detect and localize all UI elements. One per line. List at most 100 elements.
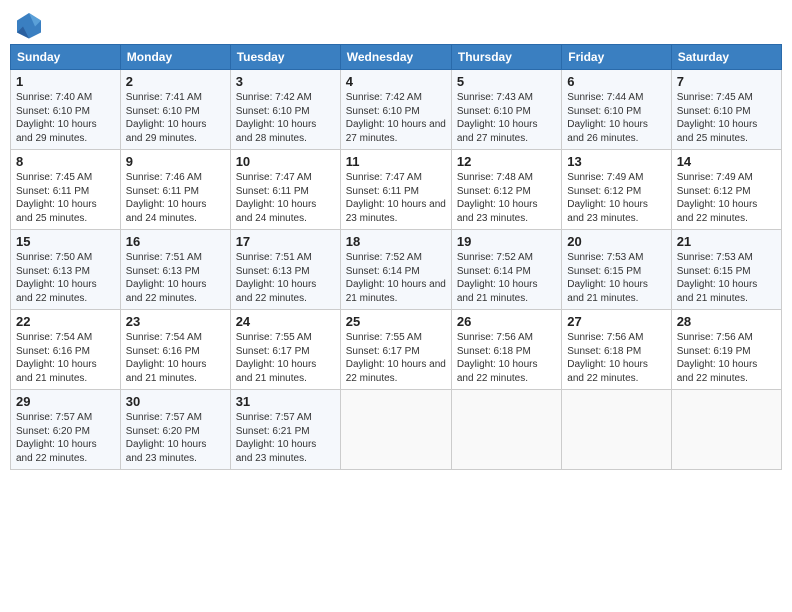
day-number: 9 [126,154,225,169]
day-info: Sunrise: 7:45 AMSunset: 6:11 PMDaylight:… [16,171,115,225]
day-number: 6 [567,74,665,89]
day-info: Sunrise: 7:54 AMSunset: 6:16 PMDaylight:… [16,331,115,385]
day-info: Sunrise: 7:47 AMSunset: 6:11 PMDaylight:… [236,171,335,225]
day-info: Sunrise: 7:43 AMSunset: 6:10 PMDaylight:… [457,91,556,145]
day-number: 27 [567,314,665,329]
day-number: 28 [677,314,776,329]
calendar-cell: 9 Sunrise: 7:46 AMSunset: 6:11 PMDaylight… [120,150,230,230]
calendar-cell: 13Sunrise: 7:49 AMSunset: 6:12 PMDayligh… [562,150,671,230]
page-header [10,10,782,40]
day-number: 8 [16,154,115,169]
calendar-cell: 18 Sunrise: 7:52 AMSunset: 6:14 PMDayligh… [340,230,451,310]
calendar-cell: 11 Sunrise: 7:47 AMSunset: 6:11 PMDayligh… [340,150,451,230]
day-info: Sunrise: 7:52 AMSunset: 6:14 PMDaylight:… [457,251,556,305]
calendar-cell [671,390,781,470]
day-info: Sunrise: 7:48 AMSunset: 6:12 PMDaylight:… [457,171,556,225]
calendar-cell: 2 Sunrise: 7:41 AMSunset: 6:10 PMDaylight… [120,70,230,150]
calendar-table: SundayMondayTuesdayWednesdayThursdayFrid… [10,44,782,470]
calendar-week-row: 15 Sunrise: 7:50 AMSunset: 6:13 PMDayligh… [11,230,782,310]
day-info: Sunrise: 7:49 AMSunset: 6:12 PMDaylight:… [567,171,665,225]
day-info: Sunrise: 7:54 AMSunset: 6:16 PMDaylight:… [126,331,225,385]
day-info: Sunrise: 7:57 AMSunset: 6:20 PMDaylight:… [126,411,225,465]
day-number: 19 [457,234,556,249]
day-number: 7 [677,74,776,89]
day-info: Sunrise: 7:51 AMSunset: 6:13 PMDaylight:… [126,251,225,305]
calendar-day-header: Sunday [11,45,121,70]
calendar-day-header: Saturday [671,45,781,70]
calendar-cell: 28 Sunrise: 7:56 AMSunset: 6:19 PMDayligh… [671,310,781,390]
day-number: 24 [236,314,335,329]
calendar-cell: 17 Sunrise: 7:51 AMSunset: 6:13 PMDayligh… [230,230,340,310]
calendar-cell [340,390,451,470]
calendar-cell [562,390,671,470]
day-number: 14 [677,154,776,169]
day-info: Sunrise: 7:42 AMSunset: 6:10 PMDaylight:… [236,91,335,145]
calendar-cell: 30 Sunrise: 7:57 AMSunset: 6:20 PMDayligh… [120,390,230,470]
calendar-cell: 10 Sunrise: 7:47 AMSunset: 6:11 PMDayligh… [230,150,340,230]
day-info: Sunrise: 7:45 AMSunset: 6:10 PMDaylight:… [677,91,776,145]
calendar-week-row: 29Sunrise: 7:57 AMSunset: 6:20 PMDayligh… [11,390,782,470]
logo-icon [14,10,44,40]
calendar-cell: 5Sunrise: 7:43 AMSunset: 6:10 PMDaylight… [451,70,561,150]
calendar-header-row: SundayMondayTuesdayWednesdayThursdayFrid… [11,45,782,70]
day-number: 21 [677,234,776,249]
day-info: Sunrise: 7:56 AMSunset: 6:19 PMDaylight:… [677,331,776,385]
day-info: Sunrise: 7:42 AMSunset: 6:10 PMDaylight:… [346,91,446,145]
day-info: Sunrise: 7:52 AMSunset: 6:14 PMDaylight:… [346,251,446,305]
day-number: 20 [567,234,665,249]
calendar-cell: 8 Sunrise: 7:45 AMSunset: 6:11 PMDaylight… [11,150,121,230]
calendar-cell: 31 Sunrise: 7:57 AMSunset: 6:21 PMDayligh… [230,390,340,470]
day-number: 25 [346,314,446,329]
calendar-cell: 23 Sunrise: 7:54 AMSunset: 6:16 PMDayligh… [120,310,230,390]
day-info: Sunrise: 7:40 AMSunset: 6:10 PMDaylight:… [16,91,115,145]
day-info: Sunrise: 7:50 AMSunset: 6:13 PMDaylight:… [16,251,115,305]
logo [14,10,46,40]
day-number: 30 [126,394,225,409]
calendar-day-header: Friday [562,45,671,70]
day-number: 23 [126,314,225,329]
day-number: 4 [346,74,446,89]
day-info: Sunrise: 7:51 AMSunset: 6:13 PMDaylight:… [236,251,335,305]
calendar-day-header: Wednesday [340,45,451,70]
day-info: Sunrise: 7:53 AMSunset: 6:15 PMDaylight:… [677,251,776,305]
day-info: Sunrise: 7:55 AMSunset: 6:17 PMDaylight:… [346,331,446,385]
day-info: Sunrise: 7:57 AMSunset: 6:21 PMDaylight:… [236,411,335,465]
day-info: Sunrise: 7:41 AMSunset: 6:10 PMDaylight:… [126,91,225,145]
day-number: 11 [346,154,446,169]
calendar-cell [451,390,561,470]
day-info: Sunrise: 7:47 AMSunset: 6:11 PMDaylight:… [346,171,446,225]
day-info: Sunrise: 7:46 AMSunset: 6:11 PMDaylight:… [126,171,225,225]
calendar-week-row: 1 Sunrise: 7:40 AMSunset: 6:10 PMDaylight… [11,70,782,150]
calendar-cell: 24 Sunrise: 7:55 AMSunset: 6:17 PMDayligh… [230,310,340,390]
day-number: 26 [457,314,556,329]
calendar-cell: 25 Sunrise: 7:55 AMSunset: 6:17 PMDayligh… [340,310,451,390]
calendar-week-row: 22Sunrise: 7:54 AMSunset: 6:16 PMDayligh… [11,310,782,390]
calendar-cell: 19 Sunrise: 7:52 AMSunset: 6:14 PMDayligh… [451,230,561,310]
day-number: 17 [236,234,335,249]
calendar-cell: 6 Sunrise: 7:44 AMSunset: 6:10 PMDaylight… [562,70,671,150]
calendar-day-header: Tuesday [230,45,340,70]
calendar-cell: 16Sunrise: 7:51 AMSunset: 6:13 PMDayligh… [120,230,230,310]
day-info: Sunrise: 7:55 AMSunset: 6:17 PMDaylight:… [236,331,335,385]
calendar-cell: 26 Sunrise: 7:56 AMSunset: 6:18 PMDayligh… [451,310,561,390]
day-number: 1 [16,74,115,89]
calendar-cell: 15 Sunrise: 7:50 AMSunset: 6:13 PMDayligh… [11,230,121,310]
day-info: Sunrise: 7:56 AMSunset: 6:18 PMDaylight:… [457,331,556,385]
day-number: 18 [346,234,446,249]
day-number: 2 [126,74,225,89]
day-number: 31 [236,394,335,409]
calendar-cell: 7 Sunrise: 7:45 AMSunset: 6:10 PMDaylight… [671,70,781,150]
day-number: 15 [16,234,115,249]
calendar-cell: 12Sunrise: 7:48 AMSunset: 6:12 PMDayligh… [451,150,561,230]
day-number: 10 [236,154,335,169]
calendar-cell: 22Sunrise: 7:54 AMSunset: 6:16 PMDayligh… [11,310,121,390]
calendar-day-header: Thursday [451,45,561,70]
calendar-body: 1 Sunrise: 7:40 AMSunset: 6:10 PMDaylight… [11,70,782,470]
calendar-cell: 27 Sunrise: 7:56 AMSunset: 6:18 PMDayligh… [562,310,671,390]
day-number: 3 [236,74,335,89]
day-info: Sunrise: 7:49 AMSunset: 6:12 PMDaylight:… [677,171,776,225]
day-info: Sunrise: 7:44 AMSunset: 6:10 PMDaylight:… [567,91,665,145]
day-info: Sunrise: 7:56 AMSunset: 6:18 PMDaylight:… [567,331,665,385]
calendar-day-header: Monday [120,45,230,70]
calendar-cell: 14 Sunrise: 7:49 AMSunset: 6:12 PMDayligh… [671,150,781,230]
